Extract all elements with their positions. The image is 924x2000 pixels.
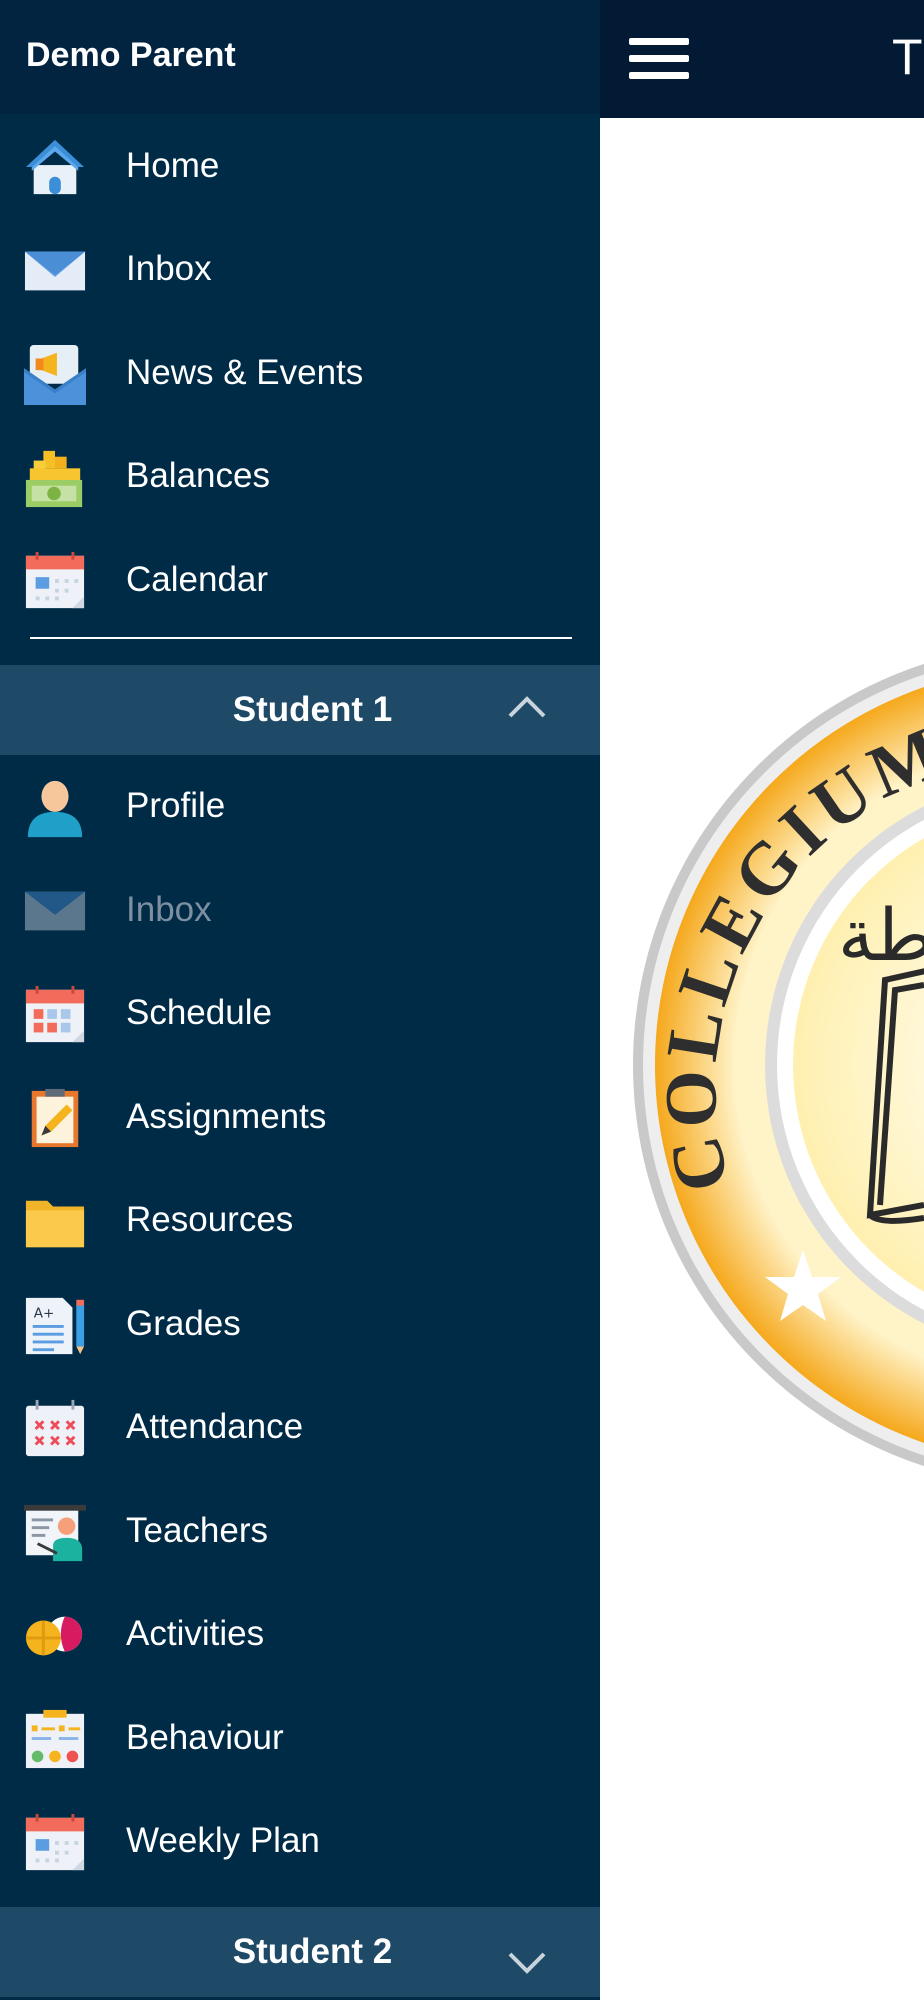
nav-item-grades[interactable]: A+ Grades <box>0 1272 600 1376</box>
nav-item-news-events[interactable]: News & Events <box>0 321 600 425</box>
envelope-icon <box>24 251 86 290</box>
nav-item-label: News & Events <box>126 352 364 392</box>
money-icon <box>25 450 83 507</box>
nav-item-schedule[interactable]: Schedule <box>0 962 600 1066</box>
folder-icon <box>25 1200 85 1247</box>
nav-item-calendar[interactable]: Calendar <box>0 528 600 632</box>
logo-arabic-text: طة <box>838 893 924 977</box>
nav-item-assignments[interactable]: Assignments <box>0 1065 600 1169</box>
nav-item-label: Teachers <box>126 1510 269 1550</box>
clipboard-icon <box>31 1088 79 1148</box>
behaviour-icon <box>25 1709 85 1769</box>
nav-item-label: Grades <box>126 1303 241 1343</box>
sports-balls-icon <box>25 1616 83 1655</box>
megaphone-icon <box>24 344 86 405</box>
school-logo: COLLEGIUM طة <box>633 663 924 1467</box>
calendar-icon <box>25 551 85 609</box>
nav-item-inbox[interactable]: Inbox <box>0 218 600 322</box>
nav-item-home[interactable]: Home <box>0 114 600 218</box>
grades-icon: A+ <box>25 1297 85 1355</box>
attendance-icon <box>25 1399 85 1456</box>
nav-item-behaviour[interactable]: Behaviour <box>0 1686 600 1790</box>
navigation-drawer: Demo Parent Home Inbox News & Events Bal… <box>0 0 600 2000</box>
nav-item-attendance[interactable]: Attendance <box>0 1376 600 1480</box>
drawer-header: Demo Parent <box>0 0 600 114</box>
nav-item-activities[interactable]: Activities <box>0 1583 600 1687</box>
nav-item-label: Inbox <box>126 249 212 289</box>
nav-item-label: Home <box>126 145 220 185</box>
nav-item-label: Attendance <box>126 1407 304 1447</box>
chevron-up-icon[interactable] <box>508 695 546 719</box>
teacher-icon <box>24 1504 86 1562</box>
nav-item-label: Assignments <box>126 1096 327 1136</box>
nav-item-resources[interactable]: Resources <box>0 1169 600 1273</box>
nav-item-label: Resources <box>126 1200 294 1240</box>
nav-item-weekly-plan[interactable]: Weekly Plan <box>0 1790 600 1894</box>
schedule-icon <box>25 985 85 1042</box>
hamburger-icon[interactable] <box>629 38 689 80</box>
student-2-header[interactable]: Student 2 <box>0 1907 600 1997</box>
chevron-down-icon[interactable] <box>508 1951 546 1975</box>
nav-item-label: Balances <box>126 456 270 496</box>
nav-item-label: Schedule <box>126 993 272 1033</box>
nav-item-label: Behaviour <box>126 1717 284 1757</box>
home-icon <box>25 139 85 195</box>
student-1-header[interactable]: Student 1 <box>0 664 600 755</box>
svg-text:A+: A+ <box>34 1305 55 1321</box>
nav-item-label: Calendar <box>126 559 269 599</box>
nav-item-profile[interactable]: Profile <box>0 755 600 859</box>
user-name: Demo Parent <box>26 36 236 74</box>
profile-icon <box>27 780 83 837</box>
nav-item-student-inbox[interactable]: Inbox <box>0 858 600 962</box>
page-title: T <box>892 29 923 85</box>
nav-item-label: Activities <box>126 1614 265 1654</box>
nav-item-balances[interactable]: Balances <box>0 425 600 529</box>
nav-item-label: Profile <box>126 786 226 826</box>
nav-item-label: Weekly Plan <box>126 1821 320 1861</box>
nav-item-teachers[interactable]: Teachers <box>0 1479 600 1583</box>
calendar-icon <box>25 1813 85 1870</box>
envelope-icon <box>24 891 86 931</box>
nav-item-label: Inbox <box>126 889 212 929</box>
divider <box>30 636 572 639</box>
